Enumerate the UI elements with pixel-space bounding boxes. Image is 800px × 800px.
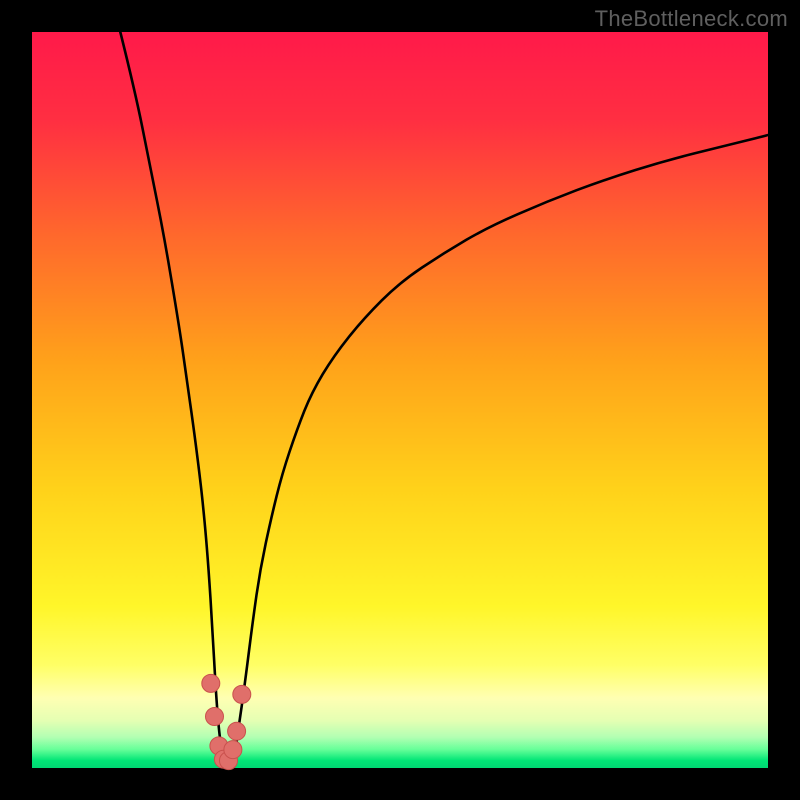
highlight-markers — [202, 674, 251, 769]
marker-dot — [202, 674, 220, 692]
marker-dot — [224, 741, 242, 759]
marker-dot — [233, 685, 251, 703]
chart-svg — [32, 32, 768, 768]
marker-dot — [206, 708, 224, 726]
plot-frame — [32, 32, 768, 768]
marker-dot — [228, 722, 246, 740]
bottleneck-curve — [120, 32, 768, 767]
watermark-text: TheBottleneck.com — [595, 6, 788, 32]
